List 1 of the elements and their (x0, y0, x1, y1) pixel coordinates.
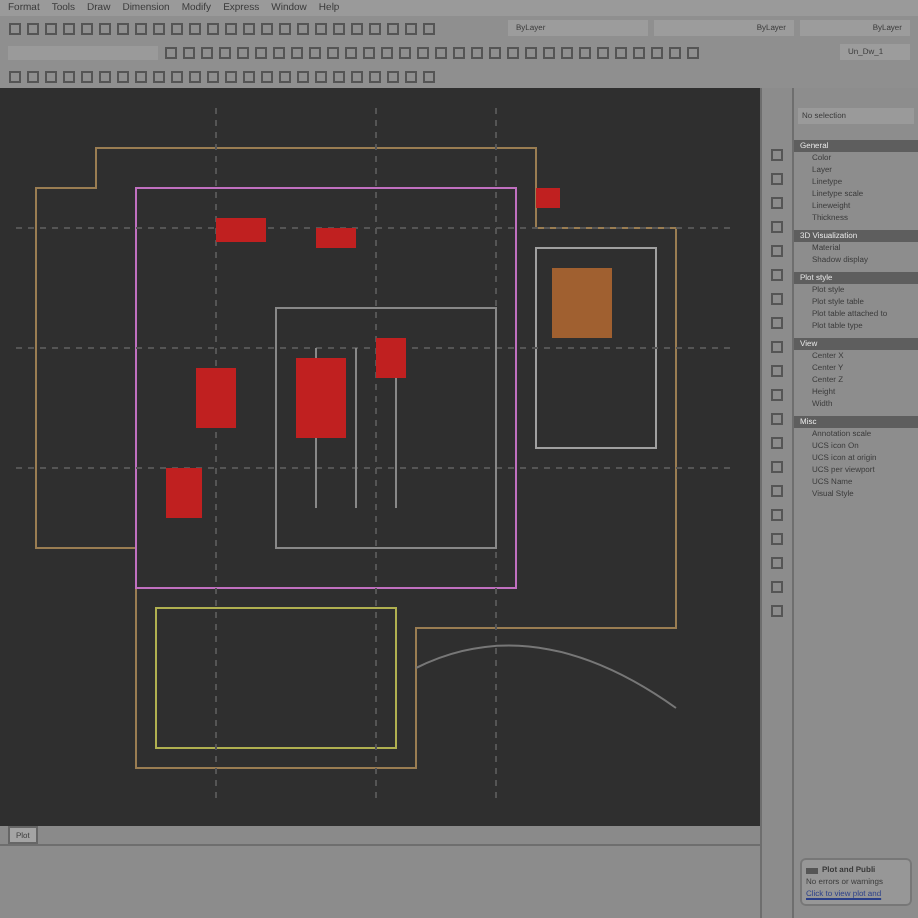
printer-icon (806, 864, 818, 876)
